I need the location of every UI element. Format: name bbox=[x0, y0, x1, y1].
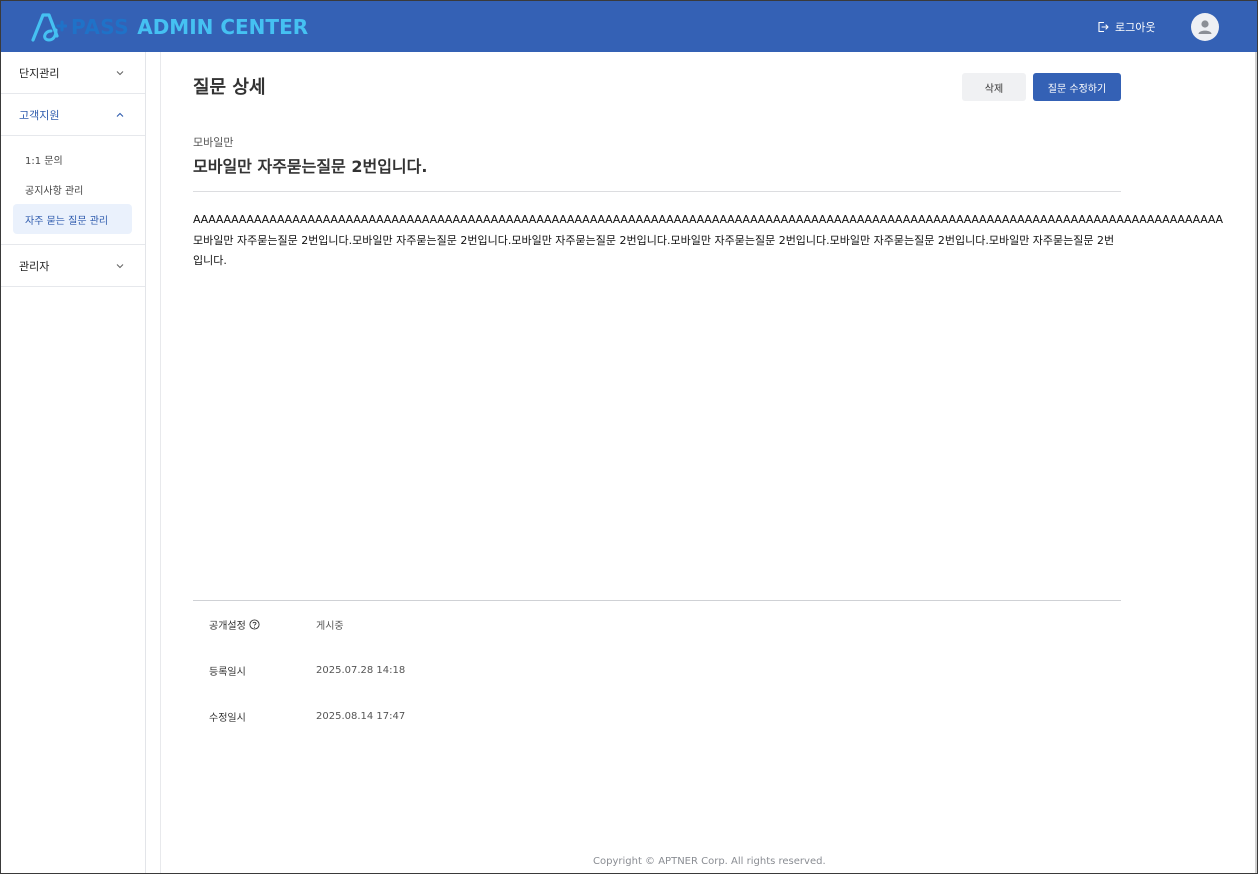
sidebar-item-label: 공지사항 관리 bbox=[25, 185, 84, 197]
meta-label: 공개설정 bbox=[209, 617, 316, 632]
logout-button[interactable]: 로그아웃 bbox=[1097, 19, 1155, 35]
meta-row-created: 등록일시 2025.07.28 14:18 bbox=[209, 663, 405, 678]
meta-row-visibility: 공개설정 게시중 bbox=[209, 617, 344, 632]
sidebar-group-label: 고객지원 bbox=[19, 108, 60, 122]
sidebar-group-label: 관리자 bbox=[19, 259, 50, 273]
question-title: 모바일만 자주묻는질문 2번입니다. bbox=[193, 157, 428, 176]
visibility-value: 게시중 bbox=[316, 621, 344, 632]
logo[interactable]: PASS ADMIN CENTER bbox=[31, 12, 308, 42]
chevron-down-icon bbox=[116, 70, 124, 75]
updated-value: 2025.08.14 17:47 bbox=[316, 711, 406, 722]
created-label: 등록일시 bbox=[209, 667, 246, 678]
top-header: PASS ADMIN CENTER 로그아웃 bbox=[1, 1, 1257, 52]
question-body-line: AAAAAAAAAAAAAAAAAAAAAAAAAAAAAAAAAAAAAAAA… bbox=[193, 213, 1223, 226]
sidebar-item-label: 자주 묻는 질문 관리 bbox=[25, 215, 109, 227]
sidebar-item-label: 1:1 문의 bbox=[25, 155, 63, 167]
question-category: 모바일만 bbox=[193, 136, 234, 149]
logout-icon bbox=[1098, 21, 1109, 33]
sidebar-item-notices[interactable]: 공지사항 관리 bbox=[13, 174, 132, 204]
sidebar-group-support[interactable]: 고객지원 bbox=[1, 94, 145, 136]
visibility-label: 공개설정 bbox=[209, 621, 246, 632]
chevron-down-icon bbox=[116, 263, 124, 268]
delete-button[interactable]: 삭제 bbox=[962, 73, 1026, 101]
divider bbox=[193, 600, 1121, 601]
sidebar-item-inquiry[interactable]: 1:1 문의 bbox=[13, 144, 132, 174]
created-value: 2025.07.28 14:18 bbox=[316, 665, 406, 676]
user-avatar[interactable] bbox=[1191, 13, 1219, 41]
sidebar-group-label: 단지관리 bbox=[19, 66, 60, 80]
chevron-up-icon bbox=[116, 112, 124, 117]
sidebar: 단지관리 고객지원 1:1 문의 공지사항 관리 자주 묻는 질문 관리 관리자 bbox=[1, 52, 146, 873]
footer-copyright: Copyright © APTNER Corp. All rights rese… bbox=[593, 856, 826, 867]
meta-row-updated: 수정일시 2025.08.14 17:47 bbox=[209, 709, 405, 724]
sidebar-submenu-support: 1:1 문의 공지사항 관리 자주 묻는 질문 관리 bbox=[1, 136, 145, 245]
question-body: 모바일만 자주묻는질문 2번입니다.모바일만 자주묻는질문 2번입니다.모바일만… bbox=[193, 234, 1115, 267]
meta-label: 등록일시 bbox=[209, 663, 316, 678]
logout-label: 로그아웃 bbox=[1115, 21, 1156, 34]
page-title: 질문 상세 bbox=[193, 77, 266, 98]
meta-label: 수정일시 bbox=[209, 709, 316, 724]
logo-admin-text: ADMIN CENTER bbox=[137, 15, 309, 39]
scrollbar[interactable] bbox=[1255, 52, 1257, 873]
help-icon[interactable] bbox=[249, 619, 260, 630]
logo-pass-text: PASS bbox=[71, 15, 130, 39]
content-divider bbox=[160, 52, 161, 873]
edit-question-button[interactable]: 질문 수정하기 bbox=[1033, 73, 1121, 101]
app-window: PASS ADMIN CENTER 로그아웃 단지관리 고객지원 1:1 문의 … bbox=[0, 0, 1258, 874]
sidebar-item-faq[interactable]: 자주 묻는 질문 관리 bbox=[13, 204, 132, 234]
updated-label: 수정일시 bbox=[209, 713, 246, 724]
logo-mark-icon bbox=[31, 13, 67, 42]
user-icon bbox=[1198, 20, 1212, 34]
divider bbox=[193, 191, 1121, 192]
sidebar-group-complex[interactable]: 단지관리 bbox=[1, 52, 145, 94]
sidebar-group-admin[interactable]: 관리자 bbox=[1, 245, 145, 287]
